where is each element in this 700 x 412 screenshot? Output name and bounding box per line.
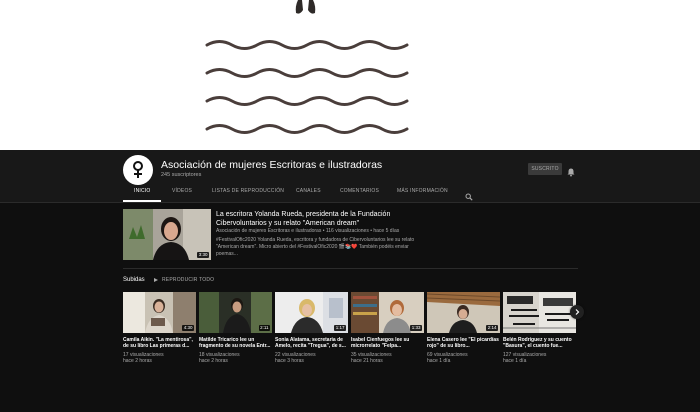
channel-banner <box>0 0 700 150</box>
tab-comments[interactable]: COMENTARIOS <box>340 188 379 194</box>
video-card[interactable]: 4:30 Camila Aikin. "La mentirosa", de su… <box>123 292 196 365</box>
play-all-button[interactable]: REPRODUCIR TODO <box>154 277 214 283</box>
video-time: hace 21 horas <box>351 358 383 365</box>
video-card[interactable]: 1:33 Isabel Cienfuegos lee su microrrela… <box>351 292 424 365</box>
channel-tabs: INICIO VÍDEOS LISTAS DE REPRODUCCIÓN CAN… <box>0 183 700 202</box>
tab-channels[interactable]: CANALES <box>296 188 321 194</box>
subscriber-count: 245 suscriptores <box>161 172 202 178</box>
video-card[interactable]: 2:11 Matilde Tricarico lee un fragmento … <box>199 292 272 365</box>
channel-avatar[interactable] <box>123 155 153 185</box>
video-duration: 2:14 <box>486 325 498 331</box>
featured-video-thumbnail[interactable]: 3:30 <box>123 209 211 260</box>
tab-inicio[interactable]: INICIO <box>134 188 150 194</box>
video-duration: 4:30 <box>182 325 194 331</box>
bell-icon[interactable] <box>566 164 576 177</box>
video-thumbnail[interactable]: 1:17 <box>275 292 348 333</box>
video-title[interactable]: Elena Casero lee "El picardías rojo" de … <box>427 337 500 350</box>
video-thumbnail[interactable]: 2:14 <box>427 292 500 333</box>
video-duration: 1:33 <box>410 325 422 331</box>
video-title[interactable]: Sonia Alatama, secretaria de Amelo, reci… <box>275 337 348 350</box>
video-time: hace 2 horas <box>199 358 228 365</box>
video-thumbnail[interactable] <box>503 292 576 333</box>
video-time: hace 2 horas <box>123 358 152 365</box>
tab-playlists[interactable]: LISTAS DE REPRODUCCIÓN <box>212 188 284 194</box>
video-time: hace 3 horas <box>275 358 304 365</box>
section-divider <box>123 268 578 269</box>
featured-video-title[interactable]: La escritora Yolanda Rueda, presidenta d… <box>216 210 406 228</box>
shelf-title[interactable]: Subidas <box>123 277 145 283</box>
video-title[interactable]: Camila Aikin. "La mentirosa", de su libr… <box>123 337 196 350</box>
play-all-icon <box>154 277 158 282</box>
video-card[interactable]: Belén Rodríguez y su cuento "Basura", el… <box>503 292 576 365</box>
subscribed-button[interactable]: SUSCRITO <box>528 163 562 175</box>
search-icon[interactable] <box>465 188 473 201</box>
tab-about[interactable]: MÁS INFORMACIÓN <box>397 188 448 194</box>
video-thumbnail[interactable]: 1:33 <box>351 292 424 333</box>
featured-video-description: #FestivalOfic2020 Yolanda Rueda, escrito… <box>216 237 415 257</box>
channel-name: Asociación de mujeres Escritoras e ilust… <box>161 159 383 171</box>
video-thumbnail[interactable]: 4:30 <box>123 292 196 333</box>
tabs-divider <box>0 202 700 203</box>
video-time: hace 1 día <box>427 358 451 365</box>
video-title[interactable]: Belén Rodríguez y su cuento "Basura", el… <box>503 337 576 350</box>
chevron-right-icon[interactable] <box>570 305 584 319</box>
video-duration: 3:30 <box>197 252 209 258</box>
video-duration: 2:11 <box>258 325 270 331</box>
video-title[interactable]: Matilde Tricarico lee un fragmento de su… <box>199 337 272 350</box>
video-time: hace 1 día <box>503 358 527 365</box>
video-card[interactable]: 1:17 Sonia Alatama, secretaria de Amelo,… <box>275 292 348 365</box>
video-title[interactable]: Isabel Cienfuegos lee su microrrelato "F… <box>351 337 424 350</box>
video-thumbnail[interactable]: 2:11 <box>199 292 272 333</box>
video-duration: 1:17 <box>334 325 346 331</box>
tab-videos[interactable]: VÍDEOS <box>172 188 192 194</box>
play-all-label: REPRODUCIR TODO <box>162 277 215 283</box>
video-card[interactable]: 2:14 Elena Casero lee "El picardías rojo… <box>427 292 500 365</box>
featured-video-meta: Asociación de mujeres Escritoras e ilust… <box>216 228 400 234</box>
